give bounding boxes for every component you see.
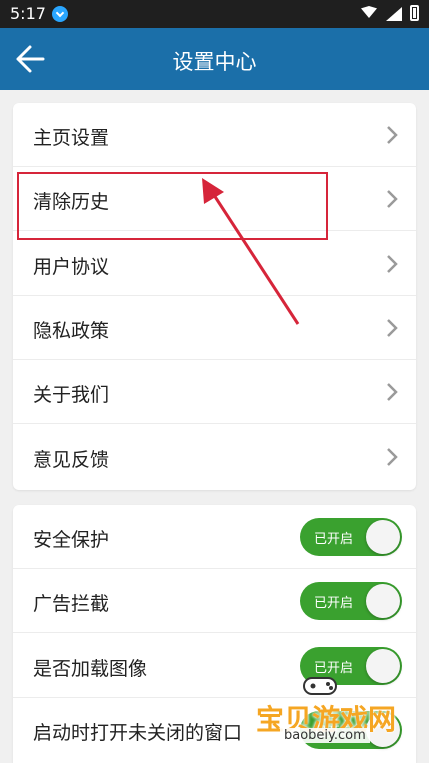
menu-item-label: 关于我们 [33, 384, 110, 406]
load-images-toggle[interactable]: 已开启 [300, 647, 402, 685]
toggle-state-text: 已开启 [314, 725, 354, 740]
chevron-right-icon [387, 319, 398, 337]
signal-icon [386, 5, 402, 21]
download-icon [52, 6, 68, 22]
settings-toggle-card: 安全保护 已开启 广告拦截 已开启 是否加载图像 已开启 启动时打开未关闭的窗口… [13, 505, 416, 763]
security-protection-toggle[interactable]: 已开启 [300, 518, 402, 556]
toggle-label: 启动时打开未关闭的窗口 [33, 722, 243, 744]
menu-item-label: 清除历史 [33, 191, 110, 213]
menu-item-feedback[interactable]: 意见反馈 [13, 425, 416, 489]
page-title: 设置中心 [172, 50, 257, 74]
toggle-row-ad-block: 广告拦截 已开启 [13, 569, 416, 633]
chevron-right-icon [387, 126, 398, 144]
toggle-row-security-protection: 安全保护 已开启 [13, 505, 416, 569]
menu-item-label: 隐私政策 [33, 320, 110, 342]
toggle-knob [366, 584, 400, 618]
wifi-icon [360, 4, 378, 22]
battery-icon [410, 5, 419, 21]
toggle-state-text: 已开启 [314, 661, 354, 676]
chevron-right-icon [387, 190, 398, 208]
status-time: 5:17 [10, 4, 46, 23]
menu-item-homepage-settings[interactable]: 主页设置 [13, 103, 416, 167]
menu-item-clear-history[interactable]: 清除历史 [13, 167, 416, 231]
menu-item-label: 用户协议 [33, 256, 110, 278]
toggle-row-load-images: 是否加载图像 已开启 [13, 634, 416, 698]
menu-item-label: 意见反馈 [33, 449, 110, 471]
ad-block-toggle[interactable]: 已开启 [300, 582, 402, 620]
toggle-knob [366, 649, 400, 683]
toggle-knob [366, 520, 400, 554]
settings-menu-card: 主页设置 清除历史 用户协议 隐私政策 关于我们 意见反馈 [13, 103, 416, 490]
menu-item-user-agreement[interactable]: 用户协议 [13, 232, 416, 296]
status-icons [360, 4, 419, 22]
toggle-label: 是否加载图像 [33, 658, 148, 680]
chevron-right-icon [387, 448, 398, 466]
chevron-right-icon [387, 255, 398, 273]
toggle-knob [366, 713, 400, 747]
menu-item-about-us[interactable]: 关于我们 [13, 360, 416, 424]
app-bar: 设置中心 [0, 28, 429, 90]
toggle-row-restore-windows: 启动时打开未关闭的窗口 已开启 [13, 698, 416, 762]
toggle-state-text: 已开启 [314, 532, 354, 547]
toggle-label: 安全保护 [33, 529, 110, 551]
toggle-label: 广告拦截 [33, 593, 110, 615]
chevron-right-icon [387, 383, 398, 401]
menu-item-privacy-policy[interactable]: 隐私政策 [13, 296, 416, 360]
menu-item-label: 主页设置 [33, 127, 110, 149]
restore-windows-toggle[interactable]: 已开启 [300, 711, 402, 749]
status-bar: 5:17 [0, 0, 429, 28]
toggle-state-text: 已开启 [314, 596, 354, 611]
